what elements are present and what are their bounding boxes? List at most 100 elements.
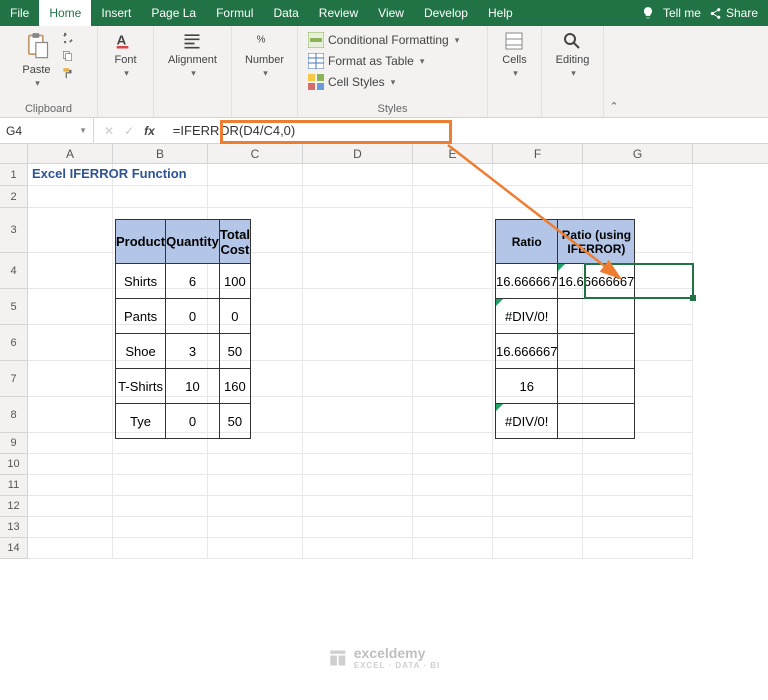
tab-home[interactable]: Home [39,0,91,26]
tab-help[interactable]: Help [478,0,523,26]
cell-E11[interactable] [413,475,493,496]
row-header-10[interactable]: 10 [0,454,28,475]
col-header-D[interactable]: D [303,144,413,163]
col-header-C[interactable]: C [208,144,303,163]
cell-D7[interactable] [303,361,413,397]
cell-E12[interactable] [413,496,493,517]
cell-E2[interactable] [413,186,493,208]
tell-me[interactable]: Tell me [663,6,701,20]
t1-cell[interactable]: T-Shirts [116,369,166,404]
cell-G10[interactable] [583,454,693,475]
row-header-2[interactable]: 2 [0,186,28,208]
col-header-A[interactable]: A [28,144,113,163]
cell-D5[interactable] [303,289,413,325]
cell-B12[interactable] [113,496,208,517]
row-header-5[interactable]: 5 [0,289,28,325]
row-header-13[interactable]: 13 [0,517,28,538]
cell-E8[interactable] [413,397,493,433]
cell-A2[interactable] [28,186,113,208]
row-header-3[interactable]: 3 [0,208,28,253]
cell-A9[interactable] [28,433,113,454]
font-button[interactable]: A Font ▾ [114,30,136,79]
enter-icon[interactable]: ✓ [124,124,134,138]
t1-cell[interactable]: 50 [219,334,250,369]
cell-F2[interactable] [493,186,583,208]
cell-E1[interactable] [413,164,493,186]
cell-D14[interactable] [303,538,413,559]
row-header-6[interactable]: 6 [0,325,28,361]
copy-icon[interactable] [59,48,77,64]
cell-F11[interactable] [493,475,583,496]
t2-cell[interactable] [558,334,635,369]
t1-cell[interactable]: Shoe [116,334,166,369]
cell-A10[interactable] [28,454,113,475]
t1-cell[interactable]: 160 [219,369,250,404]
tab-view[interactable]: View [368,0,414,26]
t2-cell[interactable]: 16.666667 [496,264,558,299]
tab-pagela[interactable]: Page La [141,0,206,26]
col-header-G[interactable]: G [583,144,693,163]
t2-cell[interactable] [558,299,635,334]
cell-E5[interactable] [413,289,493,325]
t1-cell[interactable]: 50 [219,404,250,439]
t2-cell[interactable]: 16.666667 [496,334,558,369]
cell-G1[interactable] [583,164,693,186]
cell-A3[interactable] [28,208,113,253]
cell-C12[interactable] [208,496,303,517]
cell-G11[interactable] [583,475,693,496]
cell-B11[interactable] [113,475,208,496]
t1-cell[interactable]: 100 [219,264,250,299]
cell-A13[interactable] [28,517,113,538]
cell-C11[interactable] [208,475,303,496]
cell-E7[interactable] [413,361,493,397]
cell-D6[interactable] [303,325,413,361]
row-header-9[interactable]: 9 [0,433,28,454]
t1-cell[interactable]: 6 [166,264,220,299]
cell-C13[interactable] [208,517,303,538]
cell-B14[interactable] [113,538,208,559]
fill-handle[interactable] [690,295,696,301]
cell-D1[interactable] [303,164,413,186]
cell-A7[interactable] [28,361,113,397]
col-header-B[interactable]: B [113,144,208,163]
tab-formul[interactable]: Formul [206,0,263,26]
cell-F13[interactable] [493,517,583,538]
formula-input[interactable]: =IFERROR(D4/C4,0) [165,118,768,143]
row-header-14[interactable]: 14 [0,538,28,559]
cell-D3[interactable] [303,208,413,253]
cell-A8[interactable] [28,397,113,433]
cell-B10[interactable] [113,454,208,475]
tab-insert[interactable]: Insert [91,0,141,26]
cell-F10[interactable] [493,454,583,475]
t1-cell[interactable]: 10 [166,369,220,404]
cell-A6[interactable] [28,325,113,361]
number-button[interactable]: % Number ▾ [245,30,284,79]
cell-C10[interactable] [208,454,303,475]
cell-D4[interactable] [303,253,413,289]
t1-cell[interactable]: Shirts [116,264,166,299]
ribbon-collapse[interactable]: ⌃ [604,26,624,117]
cell-C14[interactable] [208,538,303,559]
cell-G13[interactable] [583,517,693,538]
tab-develop[interactable]: Develop [414,0,478,26]
spreadsheet-grid[interactable]: ABCDEFG 1234567891011121314 Excel IFERRO… [0,144,768,559]
cell-D13[interactable] [303,517,413,538]
cell-D2[interactable] [303,186,413,208]
cell-B2[interactable] [113,186,208,208]
cell-D8[interactable] [303,397,413,433]
row-header-1[interactable]: 1 [0,164,28,186]
t2-cell[interactable]: 16.66666667 [558,264,635,299]
cell-E3[interactable] [413,208,493,253]
t2-cell[interactable] [558,404,635,439]
t2-cell[interactable]: #DIV/0! [496,404,558,439]
cell-A14[interactable] [28,538,113,559]
t1-cell[interactable]: 0 [166,404,220,439]
cell-E6[interactable] [413,325,493,361]
cell-E13[interactable] [413,517,493,538]
cell-A4[interactable] [28,253,113,289]
tab-data[interactable]: Data [263,0,308,26]
cell-styles[interactable]: Cell Styles▾ [308,72,477,92]
col-header-E[interactable]: E [413,144,493,163]
cell-E14[interactable] [413,538,493,559]
t1-cell[interactable]: 0 [166,299,220,334]
